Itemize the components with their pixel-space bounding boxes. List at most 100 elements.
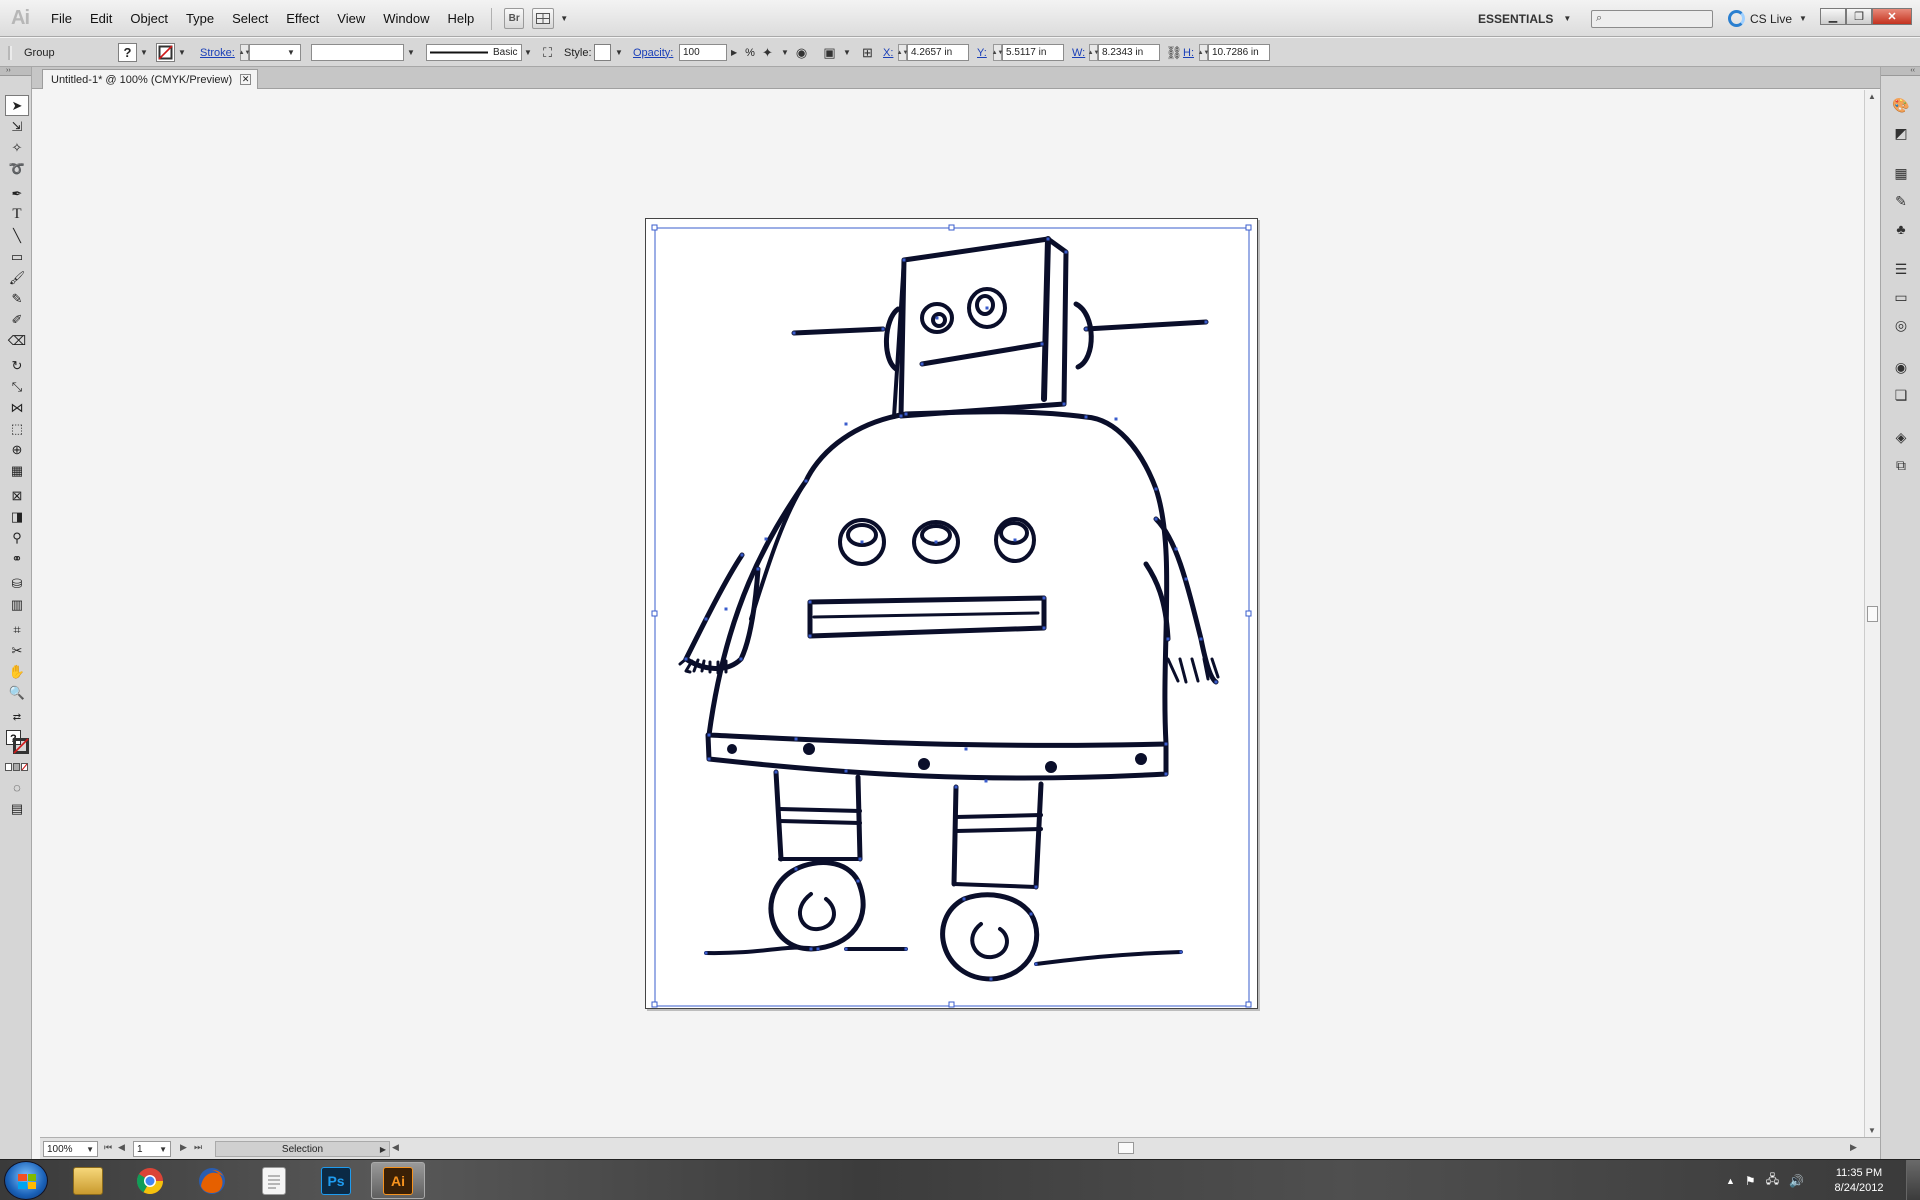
taskbar-illustrator[interactable]: Ai — [371, 1162, 425, 1199]
last-artboard-icon[interactable]: ⏭ — [194, 1142, 202, 1153]
close-document-icon[interactable]: ✕ — [240, 74, 252, 85]
status-mode-display[interactable]: Selection ▶ — [215, 1141, 390, 1157]
scroll-up-arrow-icon[interactable]: ▲ — [1868, 92, 1876, 101]
reference-point-button[interactable]: ⊞ — [858, 38, 877, 67]
gradient-tool[interactable]: ◨ — [5, 506, 29, 527]
opacity-field[interactable]: 100 — [679, 44, 727, 61]
control-panel-grip[interactable] — [8, 38, 13, 67]
pencil-tool[interactable]: ✎ — [5, 288, 29, 309]
menu-select[interactable]: Select — [223, 11, 277, 26]
stroke-color-dropdown-icon[interactable]: ▼ — [178, 48, 186, 57]
fill-swatch[interactable]: ? — [118, 43, 137, 62]
rectangle-tool[interactable]: ▭ — [5, 246, 29, 267]
recolor-dropdown-icon[interactable]: ▼ — [781, 48, 789, 57]
show-hidden-icons-icon[interactable]: ▲ — [1726, 1176, 1735, 1186]
free-transform-tool[interactable]: ⬚ — [5, 418, 29, 439]
graphic-style-swatch[interactable] — [594, 44, 611, 61]
transparency-panel-icon[interactable]: ◎ — [1891, 315, 1911, 335]
menu-object[interactable]: Object — [121, 11, 177, 26]
mesh-tool[interactable]: ⊠ — [5, 485, 29, 506]
stroke-label[interactable]: Stroke: — [200, 38, 235, 67]
align-control[interactable]: ▣ ▼ — [820, 38, 851, 67]
magic-wand-tool[interactable]: ✧ — [5, 137, 29, 158]
fill-stroke-indicator[interactable]: ? — [5, 728, 29, 756]
start-button[interactable] — [4, 1161, 48, 1200]
y-label[interactable]: Y: — [977, 38, 987, 67]
restore-button[interactable]: ❐ — [1846, 8, 1872, 25]
constrain-proportions-button[interactable]: ⛓ — [1166, 38, 1183, 67]
opacity-slider-arrow-icon[interactable]: ▶ — [731, 48, 737, 57]
gradient-panel-icon[interactable]: ▭ — [1891, 287, 1911, 307]
previous-artboard-icon[interactable]: ◀ — [118, 1142, 125, 1153]
tools-panel-collapse-bar[interactable]: ›› — [0, 67, 31, 76]
document-tab[interactable]: Untitled-1* @ 100% (CMYK/Preview) ✕ — [42, 69, 259, 89]
vertical-scrollbar[interactable]: ▲ ▼ — [1864, 90, 1880, 1137]
menu-file[interactable]: File — [42, 11, 81, 26]
graphic-style-control[interactable]: ▼ — [594, 38, 623, 67]
rotate-tool[interactable]: ↻ — [5, 355, 29, 376]
network-icon[interactable]: 🖧 — [1766, 1170, 1779, 1191]
variable-width-profile[interactable]: ▼ — [311, 38, 415, 67]
system-clock[interactable]: 11:35 PM 8/24/2012 — [1824, 1166, 1894, 1196]
direct-selection-tool[interactable]: ⇲ — [5, 116, 29, 137]
graphic-style-dropdown-icon[interactable]: ▼ — [615, 48, 623, 57]
zoom-dropdown-icon[interactable]: ▼ — [86, 1145, 94, 1154]
taskbar-google-chrome[interactable] — [123, 1162, 177, 1199]
w-spinner[interactable]: ▲▼ — [1088, 44, 1099, 61]
next-artboard-icon[interactable]: ▶ — [180, 1142, 187, 1153]
artboard-number-field[interactable]: 1 ▼ — [133, 1141, 171, 1157]
color-panel-icon[interactable]: 🎨 — [1891, 95, 1911, 115]
close-button[interactable]: ✕ — [1872, 8, 1912, 25]
recolor-artwork-control[interactable]: ✦ ▼ — [758, 38, 789, 67]
status-menu-arrow-icon[interactable]: ▶ — [380, 1145, 386, 1154]
menu-window[interactable]: Window — [374, 11, 438, 26]
menu-type[interactable]: Type — [177, 11, 223, 26]
show-desktop-button[interactable] — [1906, 1160, 1920, 1200]
eyedropper-tool[interactable]: ⚲ — [5, 527, 29, 548]
w-label[interactable]: W: — [1072, 38, 1085, 67]
stroke-panel-icon[interactable]: ☰ — [1891, 259, 1911, 279]
slice-tool[interactable]: ✂ — [5, 640, 29, 661]
canvas-area[interactable] — [40, 90, 1864, 1137]
pen-tool[interactable]: ✒ — [5, 183, 29, 204]
h-spinner[interactable]: ▲▼ — [1198, 44, 1209, 61]
taskbar-windows-explorer[interactable] — [61, 1162, 115, 1199]
graphic-styles-panel-icon[interactable]: ❏ — [1891, 385, 1911, 405]
isolate-group-button[interactable]: ◉ — [792, 38, 811, 67]
paintbrush-tool[interactable]: 🖌 — [5, 267, 29, 288]
menu-view[interactable]: View — [328, 11, 374, 26]
artboard[interactable] — [645, 218, 1258, 1009]
perspective-grid-tool[interactable]: ▦ — [5, 460, 29, 481]
layers-panel-icon[interactable]: ◈ — [1891, 427, 1911, 447]
menu-edit[interactable]: Edit — [81, 11, 121, 26]
selection-tool[interactable]: ➤ — [5, 95, 29, 116]
bridge-button[interactable]: Br — [504, 8, 525, 29]
artboards-panel-icon[interactable]: ⧉ — [1891, 455, 1911, 475]
cs-live-menu[interactable]: CS Live ▼ — [1728, 0, 1807, 37]
w-field[interactable]: 8.2343 in — [1098, 44, 1160, 61]
panel-dock-collapse-bar[interactable]: ‹‹ — [1881, 67, 1920, 76]
artboard-tool[interactable]: ⌗ — [5, 619, 29, 640]
arrange-dropdown-icon[interactable]: ▼ — [560, 14, 568, 23]
menu-help[interactable]: Help — [438, 11, 483, 26]
artboard-dropdown-icon[interactable]: ▼ — [159, 1145, 167, 1154]
search-help-input[interactable]: ⌕ — [1591, 10, 1713, 28]
fill-dropdown-icon[interactable]: ▼ — [140, 48, 148, 57]
arrange-documents-button[interactable] — [532, 8, 555, 29]
stroke-color-control[interactable]: ▼ — [156, 38, 186, 67]
zoom-level-field[interactable]: 100% ▼ — [43, 1141, 98, 1157]
scale-tool[interactable]: ⤡ — [5, 376, 29, 397]
hand-tool[interactable]: ✋ — [5, 661, 29, 682]
workspace-switcher[interactable]: ESSENTIALS ▼ — [1478, 0, 1571, 37]
line-segment-tool[interactable]: ╲ — [5, 225, 29, 246]
fill-control[interactable]: ? ▼ — [118, 38, 148, 67]
x-field[interactable]: 4.2657 in — [907, 44, 969, 61]
symbol-sprayer-tool[interactable]: ⛁ — [5, 573, 29, 594]
minimize-button[interactable]: ▁ — [1820, 8, 1846, 25]
horizontal-scroll-thumb[interactable] — [1118, 1142, 1134, 1154]
scroll-left-arrow-icon[interactable]: ◀ — [392, 1142, 399, 1153]
appearance-panel-icon[interactable]: ◉ — [1891, 357, 1911, 377]
symbols-panel-icon[interactable]: ♣ — [1891, 219, 1911, 239]
swap-fill-stroke-button[interactable]: ⇄ — [5, 707, 29, 728]
brush-definition-field[interactable]: Basic — [426, 44, 522, 61]
